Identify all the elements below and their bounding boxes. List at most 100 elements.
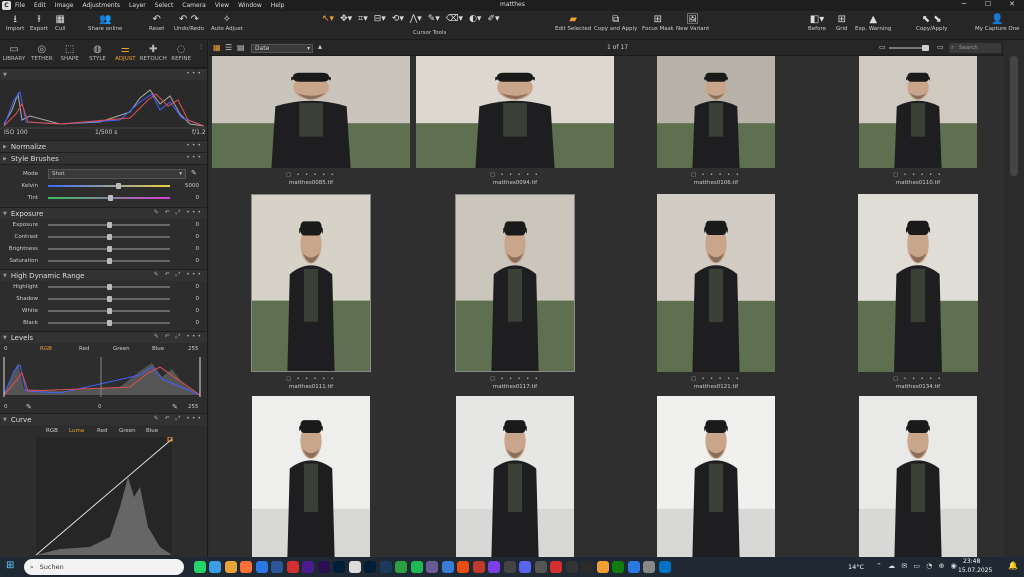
grid-view-icon[interactable]: ▦ <box>213 43 221 52</box>
rating-stars[interactable]: □ • • • • • <box>251 376 371 382</box>
section-tools-icon[interactable]: ✎ ↶ ⤢ ••• <box>154 209 203 217</box>
import-button[interactable]: ⭳ Import <box>6 13 24 32</box>
photo-thumbnail[interactable] <box>657 194 775 372</box>
windows-start-icon[interactable]: ⊞ <box>6 560 14 571</box>
menu-window[interactable]: Window <box>238 2 262 9</box>
focus-mask-button[interactable]: ⊞ Focus Mask <box>642 13 674 32</box>
menu-layer[interactable]: Layer <box>129 2 146 9</box>
exposure-knob[interactable] <box>106 234 112 240</box>
taskbar-app-icon[interactable] <box>643 561 655 573</box>
tab-refine[interactable]: ◌ REFINE <box>167 40 195 67</box>
close-icon[interactable]: ✕ <box>1000 0 1024 8</box>
levels-tab-red[interactable]: Red <box>79 346 89 352</box>
levels-tab-green[interactable]: Green <box>113 346 130 352</box>
photo-thumbnail[interactable] <box>657 56 775 168</box>
rotate-icon[interactable]: ⟲▾ <box>392 14 404 24</box>
section-tools-icon[interactable]: ✎ ↶ ⤢ ••• <box>154 271 203 279</box>
scrollbar-thumb[interactable] <box>1010 56 1018 176</box>
copy-apply-button[interactable]: ⧉ Copy and Apply <box>594 13 637 32</box>
rating-stars[interactable]: □ • • • • • <box>858 376 978 382</box>
photo-thumbnail[interactable] <box>251 194 371 372</box>
taskbar-app-icon[interactable] <box>565 561 578 573</box>
curve-tab-red[interactable]: Red <box>97 428 107 434</box>
taskbar-app-icon[interactable] <box>534 561 547 573</box>
levels-output-max[interactable]: 255 <box>188 404 199 410</box>
taskbar-app-icon[interactable] <box>612 561 624 573</box>
exposure-header[interactable]: ▼ Exposure ✎ ↶ ⤢ ••• <box>0 207 207 219</box>
rating-stars[interactable]: □ • • • • • <box>455 376 575 382</box>
levels-header[interactable]: ▼ Levels ✎ ↶ ⤢ ••• <box>0 331 207 343</box>
kelvin-knob[interactable] <box>116 183 121 189</box>
taskbar-app-icon[interactable] <box>348 561 361 573</box>
taskbar-app-icon[interactable] <box>627 561 640 573</box>
gradient-icon[interactable]: ◐▾ <box>469 14 481 24</box>
taskbar-app-icon[interactable] <box>519 561 531 573</box>
photo-thumbnail[interactable] <box>252 396 370 557</box>
rating-stars[interactable]: □ • • • • • <box>656 172 776 178</box>
menu-help[interactable]: Help <box>271 2 285 9</box>
tint-knob[interactable] <box>108 195 113 201</box>
taskbar-app-icon[interactable] <box>596 561 609 573</box>
curve-editor[interactable] <box>0 436 207 557</box>
select-cursor-icon[interactable]: ↖▾ <box>322 14 334 24</box>
taskbar-app-icon[interactable] <box>240 561 252 573</box>
more-icon[interactable]: ••• <box>186 70 203 77</box>
pan-icon[interactable]: ✥▾ <box>340 14 352 24</box>
taskbar-app-icon[interactable] <box>581 561 593 573</box>
menu-file[interactable]: File <box>15 2 25 9</box>
menu-view[interactable]: View <box>215 2 229 9</box>
taskbar-app-icon[interactable] <box>364 561 376 573</box>
tab-shape[interactable]: ⬚ SHAPE <box>56 40 84 67</box>
taskbar-app-icon[interactable] <box>457 561 469 573</box>
tab-adjust[interactable]: ⚌ ADJUST <box>111 40 139 67</box>
black-picker-icon[interactable]: ✎ <box>26 403 32 411</box>
taskbar-app-icon[interactable] <box>333 561 345 573</box>
list-view-icon[interactable]: ☰ <box>225 43 232 52</box>
share-online-button[interactable]: 👥 Share online <box>88 13 122 32</box>
hdr-knob[interactable] <box>106 308 112 314</box>
taskbar-app-icon[interactable] <box>395 561 407 573</box>
taskbar-app-icon[interactable] <box>255 561 268 573</box>
notification-icon[interactable]: 🔔 <box>1008 561 1018 570</box>
filmstrip-view-icon[interactable]: ▤ <box>237 43 245 52</box>
normalize-header[interactable]: ▶ Normalize ••• <box>0 140 207 152</box>
cull-button[interactable]: ▦ Cull <box>55 13 65 32</box>
browser-scrollbar[interactable] <box>1004 40 1024 557</box>
photo-thumbnail[interactable] <box>657 396 775 557</box>
maximize-icon[interactable]: ☐ <box>976 0 1000 8</box>
heal-icon[interactable]: ⋀▾ <box>410 14 422 24</box>
reset-button[interactable]: ↶ Reset <box>149 13 164 32</box>
taskbar-app-icon[interactable] <box>193 561 206 573</box>
menu-adjustments[interactable]: Adjustments <box>82 2 120 9</box>
photo-thumbnail[interactable] <box>212 56 410 168</box>
taskbar-app-icon[interactable] <box>658 561 671 573</box>
tab-tether[interactable]: ◎ TETHER <box>28 40 56 67</box>
taskbar-app-icon[interactable] <box>209 561 221 573</box>
levels-tab-rgb[interactable]: RGB <box>40 346 52 352</box>
minimize-icon[interactable]: ─ <box>952 0 976 8</box>
exposure-knob[interactable] <box>106 258 112 264</box>
menu-select[interactable]: Select <box>155 2 174 9</box>
hdr-header[interactable]: ▼ High Dynamic Range ✎ ↶ ⤢ ••• <box>0 269 207 281</box>
menu-camera[interactable]: Camera <box>182 2 206 9</box>
before-button[interactable]: ◧▾ Before <box>808 13 826 32</box>
sort-select[interactable]: Date ▾ <box>251 44 313 53</box>
export-button[interactable]: ⭱ Export <box>30 13 48 32</box>
edit-selected-button[interactable]: ▰ Edit Selected <box>555 13 591 32</box>
taskbar-app-icon[interactable] <box>317 561 330 573</box>
tab-retouch[interactable]: ✚ RETOUCH <box>139 40 167 67</box>
grid-button[interactable]: ⊞ Grid <box>836 13 848 32</box>
taskbar-app-icon[interactable] <box>410 561 423 573</box>
eraser-icon[interactable]: ⌫▾ <box>446 14 463 24</box>
taskbar-search[interactable]: ⌕ Suchen <box>24 559 184 575</box>
photo-thumbnail[interactable] <box>859 56 977 168</box>
taskbar-app-icon[interactable] <box>550 561 562 573</box>
taskbar-app-icon[interactable] <box>426 561 438 573</box>
thumbnail-size-knob[interactable] <box>922 45 929 51</box>
taskbar-app-icon[interactable] <box>441 561 454 573</box>
curve-tab-rgb[interactable]: RGB <box>46 428 58 434</box>
style-brushes-header[interactable]: ▶ Style Brushes ••• <box>0 152 207 164</box>
histogram-header[interactable]: ▼ ••• <box>0 68 207 80</box>
curve-tab-luma[interactable]: Luma <box>69 428 84 434</box>
sort-direction-icon[interactable]: ▴ <box>318 42 322 51</box>
